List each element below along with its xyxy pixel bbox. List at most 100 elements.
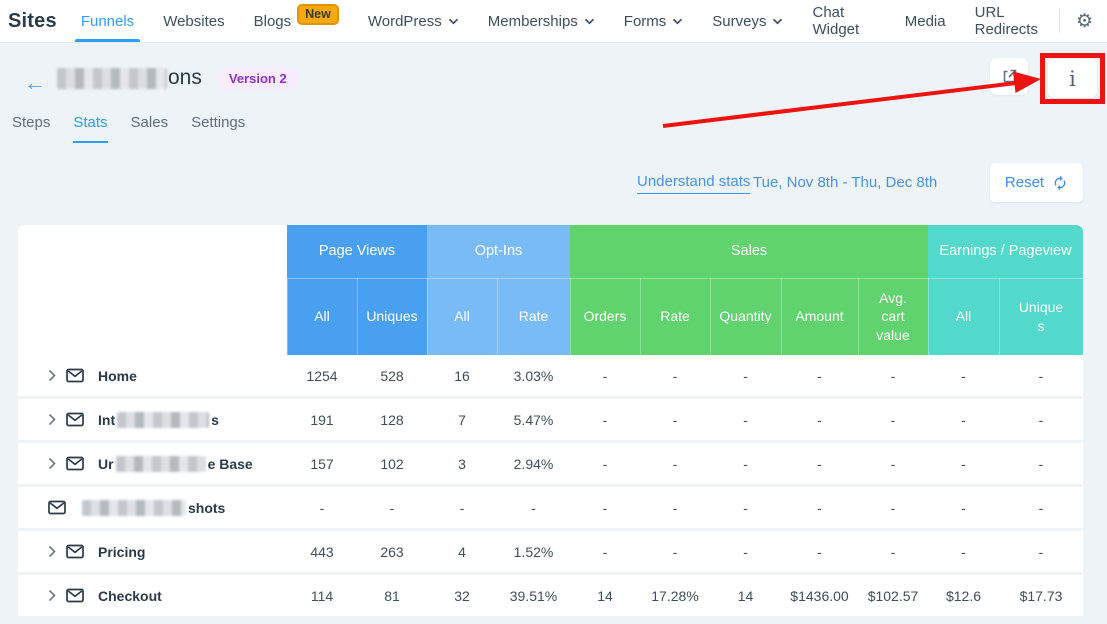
row-name-text: shots [188, 499, 226, 516]
column-header-earnings-pageview-uniques: Uniques [999, 278, 1083, 355]
nav-item-url-redirects[interactable]: URL Redirects [975, 0, 1049, 42]
stat-cell: $1436.00 [790, 587, 849, 604]
stat-cell: - [890, 499, 896, 516]
row-name: Pricing [98, 544, 145, 560]
stat-cell: - [817, 367, 822, 384]
row-name-cell: Ur e Base [18, 443, 287, 484]
stat-cell: 157 [310, 455, 334, 472]
row-name-text: Int [98, 411, 116, 428]
stat-cell: - [1038, 455, 1044, 472]
column-header-label: Avg. cart value [876, 290, 910, 343]
understand-stats-link[interactable]: Understand stats [637, 173, 751, 194]
gear-icon[interactable]: ⚙ [1076, 12, 1093, 31]
back-arrow-icon[interactable]: ← [24, 70, 46, 96]
nav-item-chat-widget[interactable]: Chat Widget [812, 0, 875, 42]
nav-item-label: Blogs [253, 12, 292, 30]
nav-item-funnels[interactable]: Funnels [74, 0, 141, 42]
stat-cell: - [743, 455, 748, 472]
open-external-button[interactable] [990, 58, 1028, 95]
stat-cell: - [817, 543, 822, 560]
expand-row-control[interactable] [48, 369, 56, 382]
nav-item-memberships[interactable]: Memberships [488, 0, 595, 42]
row-name-cell: Pricing [18, 531, 287, 572]
reset-button[interactable]: Reset [990, 163, 1083, 202]
annotation-arrow-line [662, 80, 1021, 128]
stat-cell: 17.28% [651, 587, 699, 604]
stat-cell: 528 [380, 367, 404, 384]
info-button[interactable]: i [1048, 59, 1097, 98]
date-range-picker[interactable]: Tue, Nov 8th - Thu, Dec 8th [753, 174, 937, 191]
expand-row-control[interactable] [48, 457, 56, 470]
stat-cell: - [602, 367, 608, 384]
new-badge: New [297, 3, 339, 25]
chevron-down-icon [584, 18, 594, 24]
nav-item-blogs[interactable]: Blogs New [254, 0, 339, 42]
stat-cell: 2.94% [513, 455, 554, 472]
envelope-icon-wrap [66, 368, 84, 383]
column-header-label: Uniques [366, 308, 418, 325]
nav-item-surveys[interactable]: Surveys [712, 0, 783, 42]
stat-cell: - [459, 499, 465, 516]
stat-cell: 3.03% [513, 367, 554, 384]
expand-row-control[interactable] [48, 545, 56, 558]
nav-item-websites[interactable]: Websites [163, 0, 224, 42]
nav-item-label: Chat Widget [812, 4, 860, 38]
stat-cell: 263 [380, 543, 404, 560]
row-name-text: Ur [98, 455, 114, 472]
stat-cell: - [743, 499, 748, 516]
nav-item-wordpress[interactable]: WordPress [368, 0, 459, 42]
column-header-label: Rate [518, 308, 549, 325]
table-body: Home 1254 528 16 3.03% - - - - - - - Int s 191 128 7 5.47… [18, 355, 1083, 616]
column-header-sales-amount: Amount [781, 278, 858, 355]
stat-cell: 102 [380, 455, 404, 472]
tab-steps[interactable]: Steps [12, 114, 50, 143]
column-header-label: Orders [583, 308, 627, 325]
expand-row-control[interactable] [48, 589, 56, 602]
tab-sales[interactable]: Sales [131, 114, 169, 143]
stat-cell: - [319, 499, 325, 516]
chevron-right-icon [48, 545, 56, 558]
version-badge: Version 2 [216, 66, 299, 90]
nav-item-label: Websites [163, 12, 225, 30]
stat-cell: - [817, 499, 822, 516]
external-link-icon [1003, 69, 1016, 83]
column-group-sales: Sales [570, 225, 928, 278]
nav-items: Funnels Websites Blogs New WordPress Membersh… [74, 0, 1049, 42]
nav-item-label: WordPress [367, 12, 442, 30]
stat-cell: - [602, 543, 608, 560]
chevron-right-icon [48, 369, 56, 382]
column-header-label: Rate [660, 308, 690, 325]
nav-item-media[interactable]: Media [905, 0, 946, 42]
envelope-icon-wrap [48, 500, 66, 515]
envelope-icon-wrap [66, 456, 84, 471]
nav-item-label: Forms [623, 12, 667, 30]
stat-cell: - [672, 367, 678, 384]
tab-stats[interactable]: Stats [73, 114, 108, 143]
envelope-icon-wrap [66, 588, 84, 603]
column-header-page-views-all: All [287, 278, 357, 355]
stat-cell: 32 [454, 587, 470, 604]
chevron-down-icon [448, 18, 458, 24]
column-group-label: Earnings / Pageview [939, 243, 1072, 260]
stat-cell: $12.6 [945, 587, 982, 604]
column-header-sales-rate: Rate [640, 278, 710, 355]
chevron-down-icon [673, 18, 683, 24]
chevron-right-icon [48, 589, 56, 602]
stat-cell: 16 [454, 367, 470, 384]
nav-item-forms[interactable]: Forms [624, 0, 684, 42]
stat-cell: - [890, 543, 896, 560]
column-header-opt-ins-all: All [427, 278, 497, 355]
column-group-label: Sales [730, 243, 768, 260]
expand-row-control[interactable] [48, 413, 56, 426]
row-name-text: Home [98, 367, 137, 384]
stat-cell: 39.51% [509, 587, 558, 604]
column-group-label: Page Views [318, 243, 396, 260]
row-name-cell: Int s [18, 399, 287, 440]
envelope-icon [66, 456, 84, 471]
chevron-down-icon [773, 18, 783, 24]
tab-settings[interactable]: Settings [191, 114, 245, 143]
stat-cell: - [961, 367, 966, 384]
stat-cell: 4 [458, 543, 466, 560]
table-row: Int s 191 128 7 5.47% - - - - - - - [18, 399, 1083, 440]
info-icon: i [1069, 66, 1076, 91]
